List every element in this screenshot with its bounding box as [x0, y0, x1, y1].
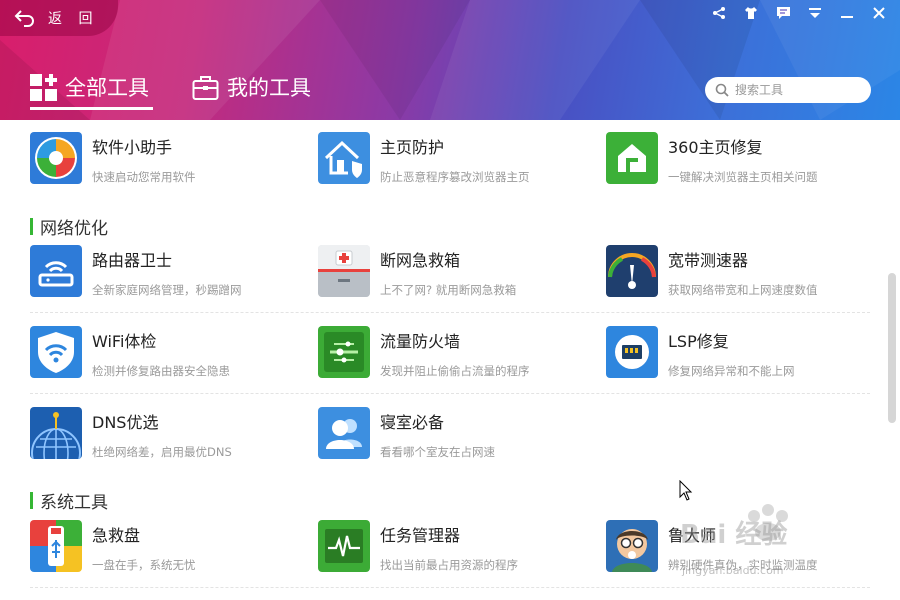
tool-desc: 一盘在手，系统无忧: [92, 558, 196, 572]
row-divider: [30, 393, 870, 394]
section-title: 系统工具: [40, 493, 108, 513]
tool-desc: 一键解决浏览器主页相关问题: [668, 170, 818, 184]
tab-all-tools[interactable]: 全部工具: [30, 72, 149, 102]
tool-360-homepage-repair[interactable]: 360主页修复 一键解决浏览器主页相关问题: [606, 132, 876, 192]
traffic-firewall-icon: [318, 326, 370, 378]
tool-desc: 全新家庭网络管理，秒踢蹭网: [92, 283, 242, 297]
tool-desc: 看看哪个室友在占网速: [380, 445, 495, 459]
usb-rescue-icon: [30, 520, 82, 572]
tools-panel: 软件小助手 快速启动您常用软件 主页防护 防止恶意程序篡改浏览器主页 360主页…: [0, 120, 900, 600]
tool-dorm-essential[interactable]: 寝室必备 看看哪个室友在占网速: [318, 407, 588, 467]
tool-software-helper[interactable]: 软件小助手 快速启动您常用软件: [30, 132, 300, 192]
tab-label: 我的工具: [227, 76, 311, 100]
tool-desc: 辨别硬件真伪，实时监测温度: [668, 558, 818, 572]
tool-desc: 发现并阻止偷偷占流量的程序: [380, 364, 530, 378]
vertical-scrollbar[interactable]: [886, 135, 898, 590]
tool-desc: 修复网络异常和不能上网: [668, 364, 795, 378]
tool-name: 路由器卫士: [92, 251, 173, 270]
home-repair-icon: [606, 132, 658, 184]
tool-name: 寝室必备: [380, 413, 445, 432]
mouse-cursor-icon: [679, 480, 693, 501]
grid-plus-icon: [30, 73, 57, 101]
header-banner: 返 回 全部工具 我的工具 搜索工具: [0, 0, 900, 120]
tool-name: 断网急救箱: [380, 251, 461, 270]
tool-name: 宽带测速器: [668, 251, 749, 270]
tool-broadband-speed-test[interactable]: 宽带测速器 获取网络带宽和上网速度数值: [606, 245, 876, 305]
first-aid-kit-icon: [318, 245, 370, 297]
tool-name: 360主页修复: [668, 138, 763, 157]
tool-name: LSP修复: [668, 332, 729, 351]
router-icon: [30, 245, 82, 297]
search-box[interactable]: [705, 77, 871, 103]
close-icon[interactable]: [868, 4, 890, 22]
tool-network-first-aid[interactable]: 断网急救箱 上不了网? 就用断网急救箱: [318, 245, 588, 305]
house-shield-icon: [318, 132, 370, 184]
tool-name: 主页防护: [380, 138, 445, 157]
tool-homepage-protect[interactable]: 主页防护 防止恶意程序篡改浏览器主页: [318, 132, 588, 192]
users-icon: [318, 407, 370, 459]
tool-task-manager[interactable]: 任务管理器 找出当前最占用资源的程序: [318, 520, 588, 580]
tool-desc: 防止恶意程序篡改浏览器主页: [380, 170, 530, 184]
search-input[interactable]: [735, 83, 855, 97]
feedback-icon[interactable]: [772, 4, 794, 22]
pulse-monitor-icon: [318, 520, 370, 572]
tool-name: 流量防火墙: [380, 332, 461, 351]
tool-name: 软件小助手: [92, 138, 173, 157]
tool-desc: 杜绝网络差，启用最优DNS: [92, 445, 232, 459]
tool-master-lu[interactable]: 鲁大师 辨别硬件真伪，实时监测温度: [606, 520, 876, 580]
tool-name: DNS优选: [92, 413, 159, 432]
tool-name: 急救盘: [92, 526, 141, 545]
row-divider: [30, 587, 870, 588]
tool-name: WiFi体检: [92, 332, 157, 351]
speedometer-icon: [606, 245, 658, 297]
globe-icon: [30, 407, 82, 459]
master-lu-avatar-icon: [606, 520, 658, 572]
back-arrow-icon: [14, 10, 34, 27]
section-marker: [30, 218, 33, 235]
row-divider: [30, 312, 870, 313]
menu-icon[interactable]: [804, 4, 826, 22]
briefcase-icon: [192, 75, 219, 100]
tool-wifi-check[interactable]: WiFi体检 检测并修复路由器安全隐患: [30, 326, 300, 386]
search-icon: [715, 83, 729, 97]
section-title: 网络优化: [40, 219, 108, 239]
section-network-optimization: 网络优化: [30, 214, 108, 239]
wifi-shield-icon: [30, 326, 82, 378]
tool-name: 任务管理器: [380, 526, 461, 545]
back-label: 返 回: [48, 11, 99, 27]
scrollbar-thumb[interactable]: [888, 273, 896, 423]
tab-my-tools[interactable]: 我的工具: [192, 72, 311, 102]
tool-name: 鲁大师: [668, 526, 717, 545]
tool-desc: 获取网络带宽和上网速度数值: [668, 283, 818, 297]
minimize-icon[interactable]: [836, 4, 858, 22]
tool-lsp-repair[interactable]: LSP修复 修复网络异常和不能上网: [606, 326, 876, 386]
lsp-port-icon: [606, 326, 658, 378]
tool-router-guard[interactable]: 路由器卫士 全新家庭网络管理，秒踢蹭网: [30, 245, 300, 305]
tool-rescue-disk[interactable]: 急救盘 一盘在手，系统无忧: [30, 520, 300, 580]
tool-desc: 上不了网? 就用断网急救箱: [380, 283, 517, 297]
back-button[interactable]: 返 回: [0, 0, 118, 36]
share-icon[interactable]: [708, 4, 730, 22]
tool-traffic-firewall[interactable]: 流量防火墙 发现并阻止偷偷占流量的程序: [318, 326, 588, 386]
skin-icon[interactable]: [740, 4, 762, 22]
tool-desc: 找出当前最占用资源的程序: [380, 558, 518, 572]
window-controls: [708, 4, 890, 22]
tool-dns-optimize[interactable]: DNS优选 杜绝网络差，启用最优DNS: [30, 407, 300, 467]
section-system-tools: 系统工具: [30, 488, 108, 513]
active-tab-indicator: [30, 107, 153, 110]
tool-desc: 检测并修复路由器安全隐患: [92, 364, 230, 378]
tool-desc: 快速启动您常用软件: [92, 170, 196, 184]
software-helper-icon: [30, 132, 82, 184]
tab-label: 全部工具: [65, 76, 149, 100]
section-marker: [30, 492, 33, 509]
